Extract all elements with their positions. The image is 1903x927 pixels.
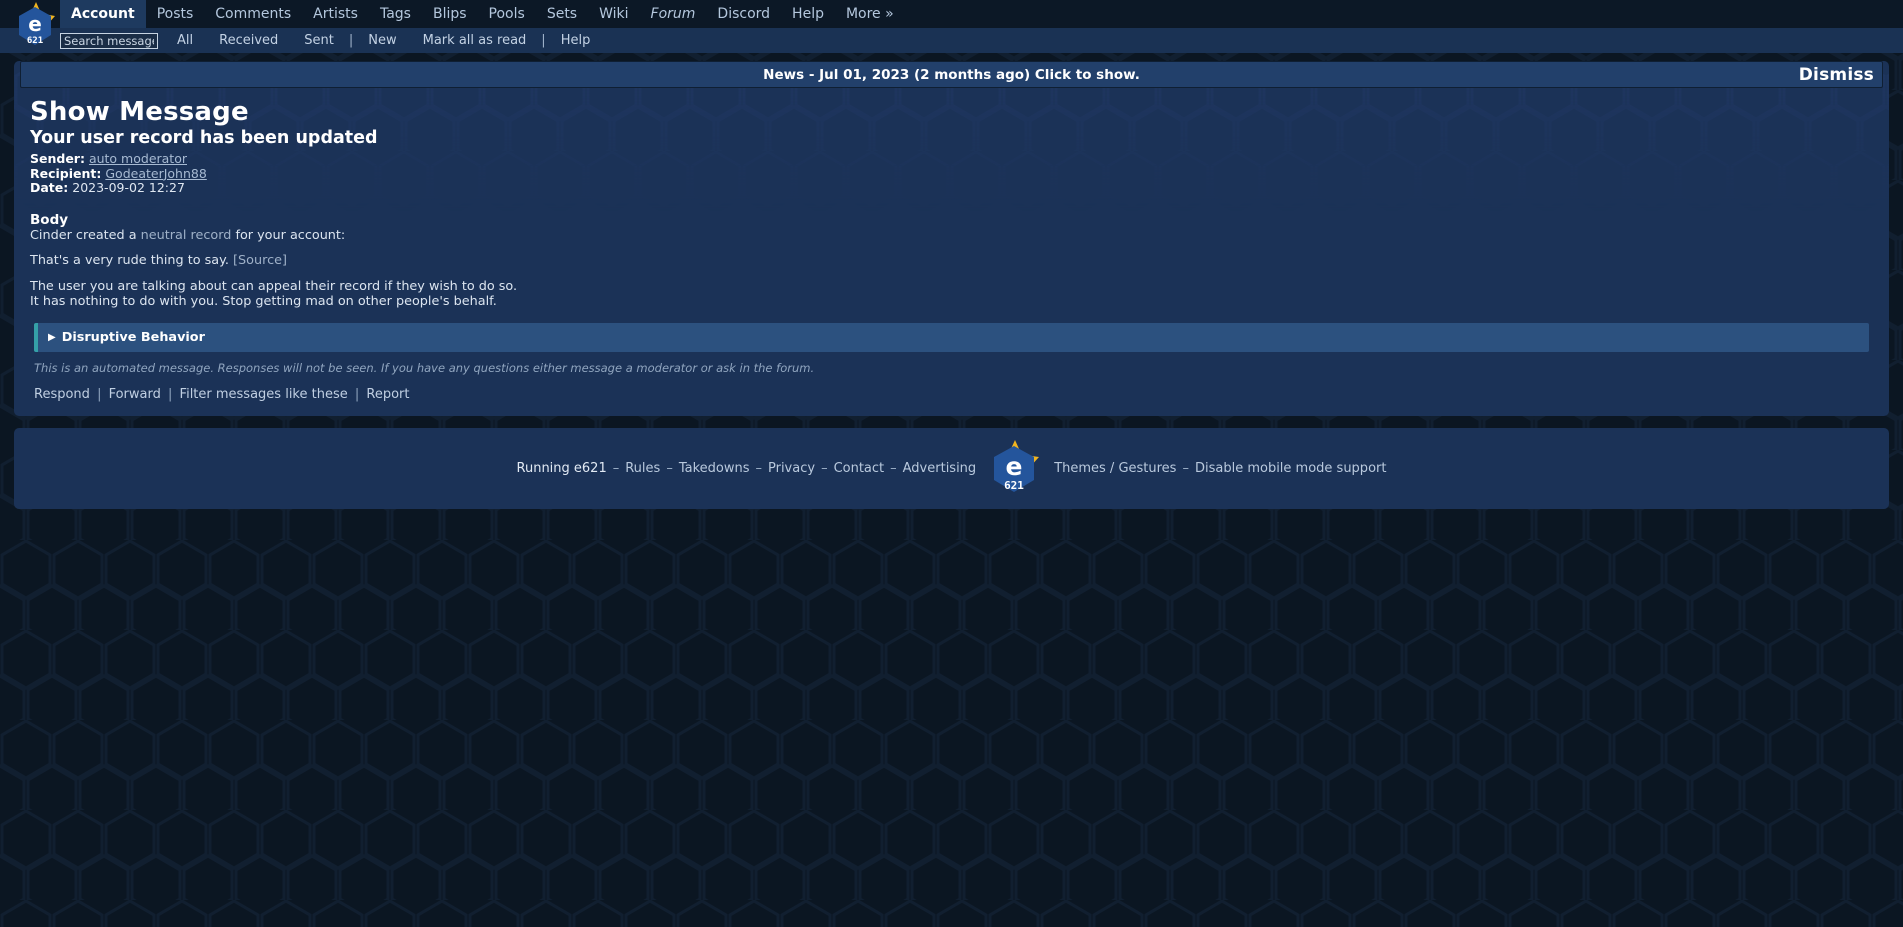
svg-text:e: e: [1006, 452, 1023, 481]
svg-text:621: 621: [1004, 479, 1024, 492]
nav-item-forum[interactable]: Forum: [640, 0, 707, 28]
filter-messages-link[interactable]: Filter messages like these: [180, 387, 348, 402]
message-meta-date: Date: 2023-09-02 12:27: [30, 181, 1873, 196]
footer-dash: –: [821, 461, 828, 477]
body-heading: Body: [30, 211, 69, 228]
footer-links-right: Themes / Gestures – Disable mobile mode …: [1054, 461, 1386, 476]
message-subject: Your user record has been updated: [30, 128, 378, 148]
neutral-record-link[interactable]: neutral record: [141, 228, 232, 243]
action-separator: |: [168, 387, 173, 403]
body-quote-text: That's a very rude thing to say.: [30, 253, 229, 269]
message-meta-sender: Sender: auto moderator: [30, 152, 1873, 167]
body-quote-line: That's a very rude thing to say. [Source…: [30, 253, 1873, 269]
news-banner-text: News - Jul 01, 2023 (2 months ago) Click…: [763, 66, 1140, 83]
footer-dash: –: [890, 461, 897, 477]
message-meta-recipient: Recipient: GodeaterJohn88: [30, 167, 1873, 182]
footer-logo-link[interactable]: e 621: [987, 438, 1043, 500]
footer-link-themes-gestures[interactable]: Themes / Gestures: [1054, 461, 1176, 476]
nav-item-help[interactable]: Help: [781, 0, 835, 28]
nav-item-account[interactable]: Account: [60, 0, 146, 28]
body-intro-after: for your account:: [231, 227, 346, 243]
svg-text:e: e: [28, 12, 42, 36]
footer-dash: –: [755, 461, 762, 477]
chevron-right-icon: ▶: [48, 331, 56, 343]
news-dismiss-button[interactable]: Dismiss: [1799, 65, 1874, 85]
footer-link-contact[interactable]: Contact: [834, 461, 885, 476]
page-title: Show Message: [30, 97, 249, 127]
footer-links-left: Running e621 – Rules – Takedowns – Priva…: [517, 461, 977, 476]
body-explanation-line-2: It has nothing to do with you. Stop gett…: [30, 293, 497, 309]
site-header: e 621 Account Posts Comments Artists Tag…: [0, 0, 1903, 53]
e621-logo-icon: e 621: [19, 2, 55, 46]
meta-value-sender[interactable]: auto moderator: [89, 151, 187, 166]
nav-item-more[interactable]: More »: [835, 0, 905, 28]
footer-link-advertising[interactable]: Advertising: [903, 461, 977, 476]
meta-label-sender: Sender:: [30, 151, 85, 166]
record-title: Disruptive Behavior: [61, 330, 205, 346]
nav-item-tags[interactable]: Tags: [369, 0, 422, 28]
subnav-separator: |: [348, 33, 354, 48]
nav-item-comments[interactable]: Comments: [204, 0, 302, 28]
news-banner[interactable]: News - Jul 01, 2023 (2 months ago) Click…: [20, 61, 1883, 88]
subnav-item-help[interactable]: Help: [548, 33, 604, 48]
nav-item-discord[interactable]: Discord: [706, 0, 781, 28]
site-footer: Running e621 – Rules – Takedowns – Priva…: [14, 428, 1889, 510]
nav-item-wiki[interactable]: Wiki: [588, 0, 639, 28]
nav-item-artists[interactable]: Artists: [302, 0, 369, 28]
primary-navigation: Account Posts Comments Artists Tags Blip…: [0, 0, 1903, 28]
automated-message-disclaimer: This is an automated message. Responses …: [34, 361, 815, 376]
footer-dash: –: [666, 461, 673, 477]
footer-link-disable-mobile-mode[interactable]: Disable mobile mode support: [1195, 461, 1387, 476]
record-disclosure[interactable]: ▶ Disruptive Behavior: [34, 323, 1869, 353]
site-logo-link[interactable]: e 621: [14, 0, 58, 53]
nav-item-posts[interactable]: Posts: [146, 0, 205, 28]
report-link[interactable]: Report: [366, 387, 409, 402]
nav-item-blips[interactable]: Blips: [422, 0, 478, 28]
subnav-separator: |: [541, 33, 546, 48]
svg-text:621: 621: [27, 36, 43, 46]
action-separator: |: [97, 387, 102, 403]
action-separator: |: [354, 387, 360, 403]
footer-links: Running e621 – Rules – Takedowns – Priva…: [517, 438, 1386, 500]
subnav-item-received[interactable]: Received: [206, 33, 291, 48]
content-panel: News - Jul 01, 2023 (2 months ago) Click…: [14, 61, 1889, 417]
subnav-item-sent[interactable]: Sent: [291, 33, 347, 48]
footer-dash: –: [1182, 461, 1189, 477]
respond-link[interactable]: Respond: [34, 387, 90, 402]
subnav-item-all[interactable]: All: [164, 33, 206, 48]
footer-link-takedowns[interactable]: Takedowns: [679, 461, 750, 476]
meta-value-date: 2023-09-02 12:27: [72, 180, 185, 196]
body-intro-line: Cinder created a neutral record for your…: [30, 229, 1873, 244]
message-actions: Respond | Forward | Filter messages like…: [34, 387, 1869, 402]
search-messages-input[interactable]: [60, 32, 158, 49]
footer-link-privacy[interactable]: Privacy: [768, 461, 815, 476]
body-intro-before: Cinder created a: [30, 227, 141, 243]
footer-dash: –: [612, 461, 620, 477]
message-container: Show Message Your user record has been u…: [14, 88, 1889, 402]
footer-link-running-e621[interactable]: Running e621: [517, 461, 607, 476]
meta-value-recipient[interactable]: GodeaterJohn88: [105, 166, 206, 181]
nav-item-pools[interactable]: Pools: [478, 0, 536, 28]
footer-link-rules[interactable]: Rules: [625, 461, 660, 476]
meta-label-recipient: Recipient:: [30, 165, 102, 181]
meta-label-date: Date:: [30, 180, 69, 196]
quote-source-link[interactable]: [Source]: [233, 253, 287, 268]
nav-item-sets[interactable]: Sets: [536, 0, 588, 28]
forward-link[interactable]: Forward: [109, 387, 161, 402]
subnav-item-mark-all-as-read[interactable]: Mark all as read: [410, 33, 540, 48]
e621-logo-icon: e 621: [994, 439, 1040, 492]
subnav-item-new[interactable]: New: [355, 33, 409, 48]
body-explanation-line-1: The user you are talking about can appea…: [30, 279, 518, 295]
secondary-navigation: All Received Sent | New Mark all as read…: [0, 28, 1903, 53]
